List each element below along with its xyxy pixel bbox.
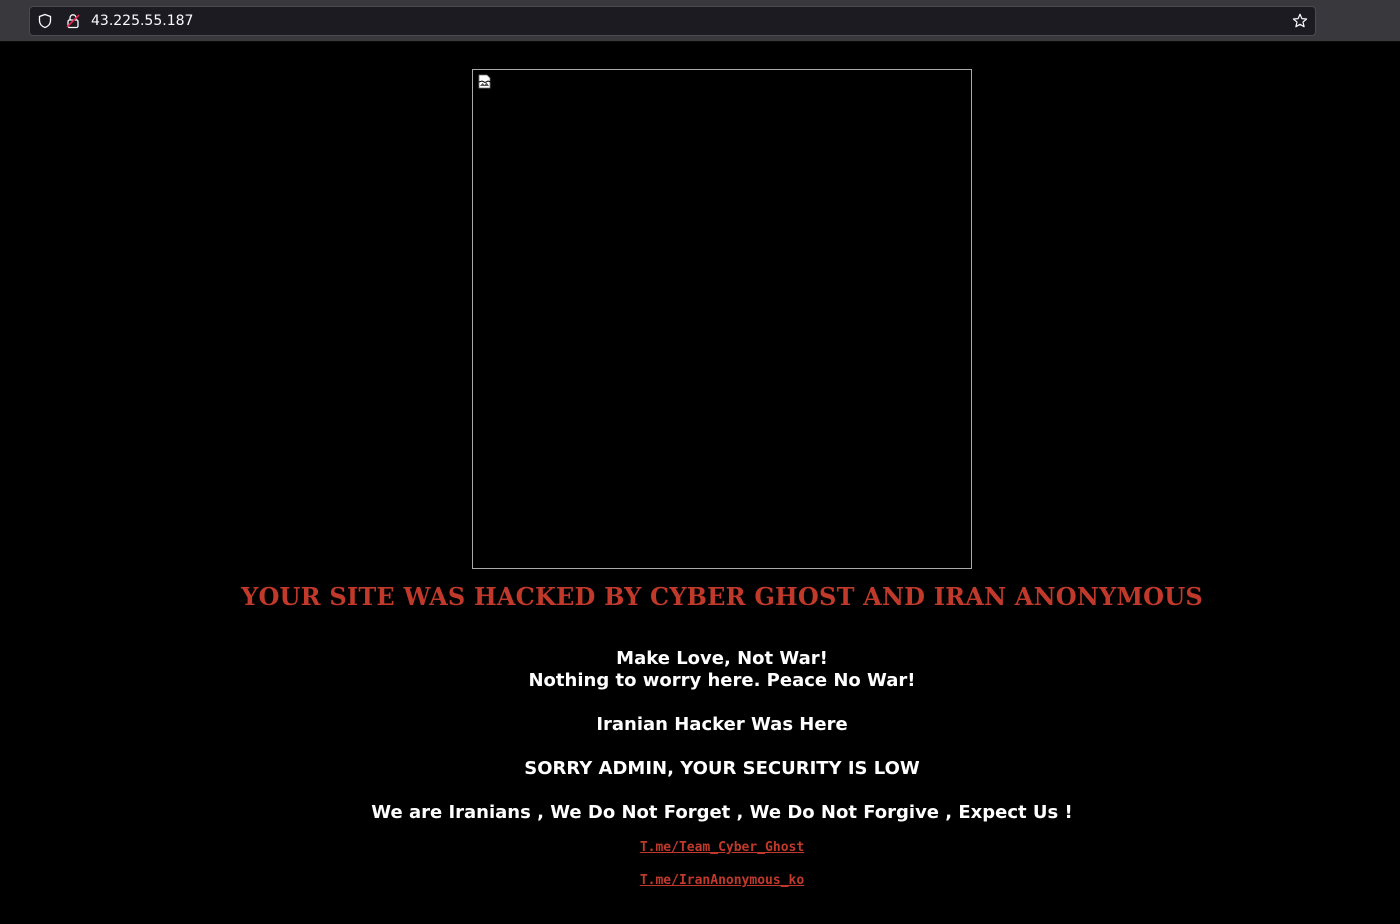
shield-icon[interactable] <box>37 13 53 29</box>
browser-toolbar: 43.225.55.187 <box>0 0 1400 42</box>
broken-image-icon <box>478 74 492 89</box>
message-line-3: Iranian Hacker Was Here <box>596 714 848 735</box>
url-bar[interactable]: 43.225.55.187 <box>29 6 1316 36</box>
bookmark-star-icon[interactable] <box>1292 13 1308 29</box>
page-content: YOUR SITE WAS HACKED BY CYBER GHOST AND … <box>0 42 1400 924</box>
message-line-4: SORRY ADMIN, YOUR SECURITY IS LOW <box>524 758 920 779</box>
message-line-5: We are Iranians , We Do Not Forget , We … <box>371 802 1073 823</box>
telegram-link-cyber-ghost[interactable]: T.me/Team_Cyber_Ghost <box>640 840 804 855</box>
message-line-2: Nothing to worry here. Peace No War! <box>528 670 916 691</box>
message-line-1: Make Love, Not War! <box>616 648 828 669</box>
telegram-link-iran-anonymous[interactable]: T.me/IranAnonymous_ko <box>640 873 804 888</box>
url-text[interactable]: 43.225.55.187 <box>91 12 193 30</box>
lock-insecure-icon[interactable] <box>65 13 81 29</box>
link-row-1: T.me/Team_Cyber_Ghost <box>0 840 1400 855</box>
broken-image <box>472 69 972 569</box>
hacked-headline: YOUR SITE WAS HACKED BY CYBER GHOST AND … <box>241 582 1203 611</box>
link-row-2: T.me/IranAnonymous_ko <box>0 873 1400 888</box>
